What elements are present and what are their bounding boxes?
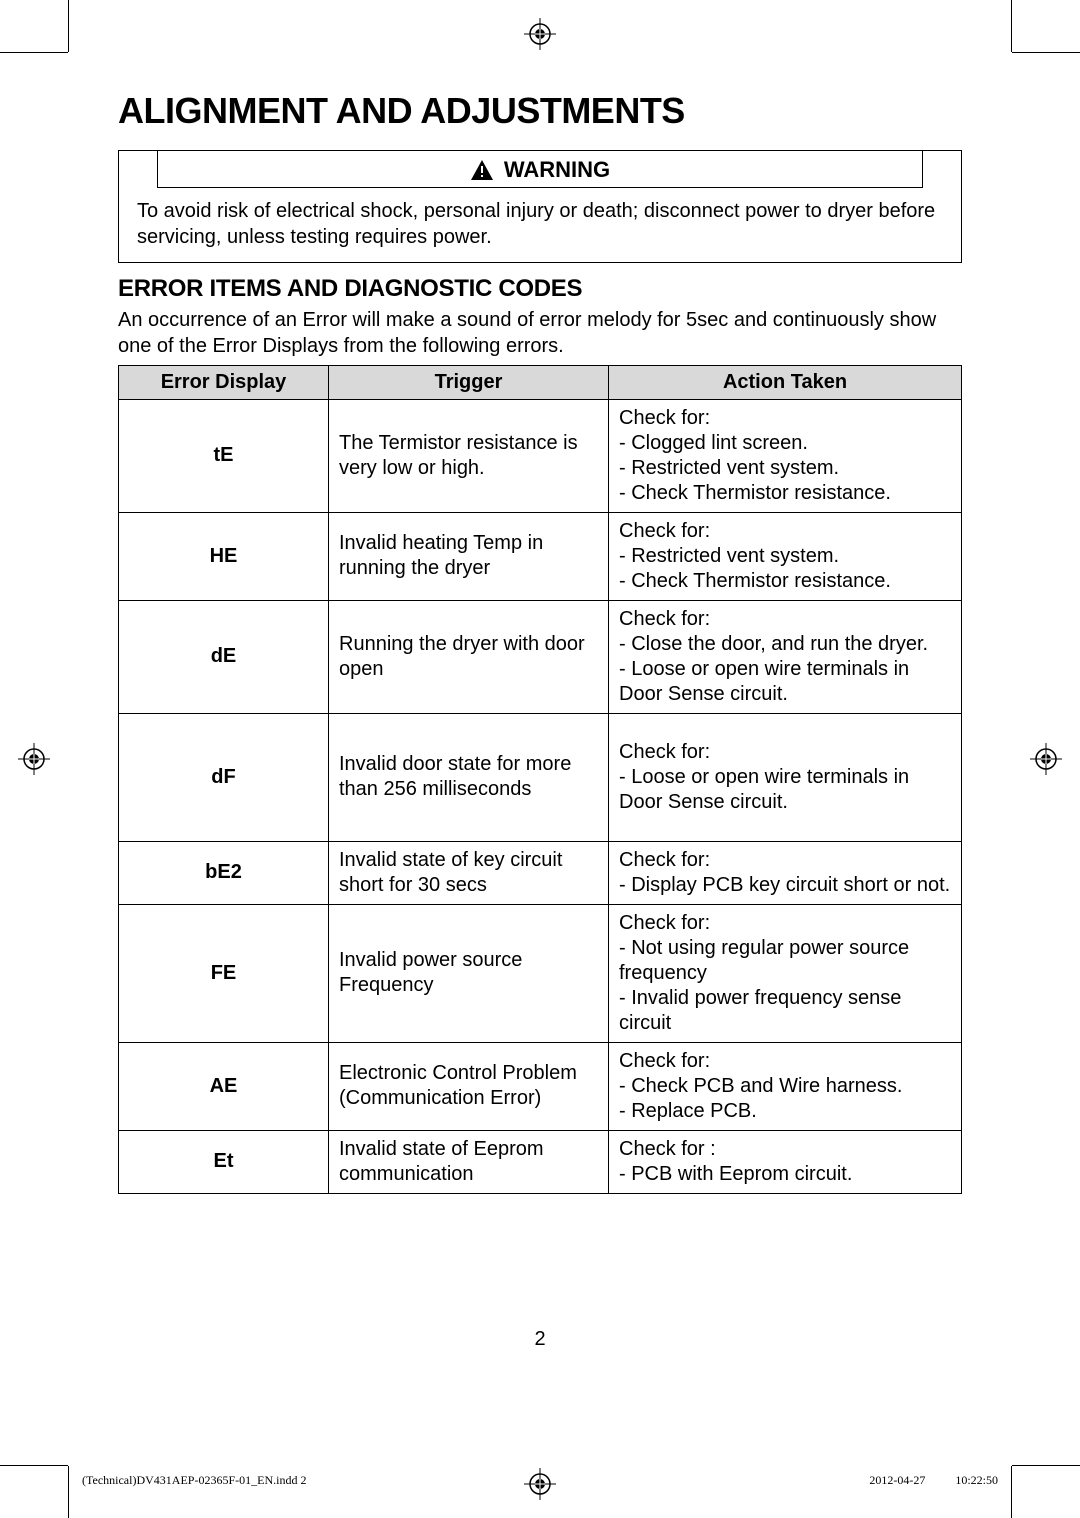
main-heading: ALIGNMENT AND ADJUSTMENTS [118,90,962,132]
table-row: HE Invalid heating Temp in running the d… [119,512,962,600]
footer-timestamp: 2012-04-27 10:22:50 [869,1471,998,1488]
page-content: ALIGNMENT AND ADJUSTMENTS WARNING To avo… [118,90,962,1194]
error-trigger: Invalid state of Eeprom communication [329,1130,609,1193]
error-trigger: Invalid power source Frequency [329,904,609,1042]
crop-mark [0,52,68,53]
table-header-error-display: Error Display [119,365,329,399]
table-row: AE Electronic Control Problem (Communica… [119,1042,962,1130]
table-header-trigger: Trigger [329,365,609,399]
registration-mark-icon [524,1468,556,1500]
error-trigger: The Termistor resistance is very low or … [329,399,609,512]
warning-label: WARNING [504,157,610,183]
crop-mark [0,1465,68,1466]
registration-mark-icon [18,743,50,775]
error-action: Check for:- Check PCB and Wire harness.-… [609,1042,962,1130]
error-trigger: Invalid door state for more than 256 mil… [329,713,609,841]
table-row: Et Invalid state of Eeprom communication… [119,1130,962,1193]
error-code: bE2 [119,841,329,904]
crop-mark [68,1466,69,1518]
crop-mark [68,0,69,52]
error-trigger: Invalid heating Temp in running the drye… [329,512,609,600]
error-code: Et [119,1130,329,1193]
footer-filename: (Technical)DV431AEP-02365F-01_EN.indd 2 [82,1473,306,1488]
warning-header: WARNING [157,150,923,188]
error-code: dE [119,600,329,713]
error-code: FE [119,904,329,1042]
table-row: dE Running the dryer with door open Chec… [119,600,962,713]
table-header-action: Action Taken [609,365,962,399]
crop-mark [1012,52,1080,53]
error-code: dF [119,713,329,841]
crop-mark [1011,0,1012,52]
warning-triangle-icon [470,159,494,181]
table-row: tE The Termistor resistance is very low … [119,399,962,512]
error-action: Check for:- Display PCB key circuit shor… [609,841,962,904]
error-action: Check for:- Not using regular power sour… [609,904,962,1042]
warning-box: WARNING To avoid risk of electrical shoc… [118,150,962,263]
table-row: FE Invalid power source Frequency Check … [119,904,962,1042]
crop-mark [1012,1465,1080,1466]
registration-mark-icon [524,18,556,50]
error-action: Check for:- Restricted vent system.- Che… [609,512,962,600]
error-action: Check for:- Clogged lint screen.- Restri… [609,399,962,512]
error-action: Check for:- Close the door, and run the … [609,600,962,713]
page-number: 2 [118,1328,962,1351]
table-row: bE2 Invalid state of key circuit short f… [119,841,962,904]
warning-text: To avoid risk of electrical shock, perso… [119,188,961,262]
error-table: Error Display Trigger Action Taken tE Th… [118,365,962,1194]
crop-mark [1011,1466,1012,1518]
error-trigger: Invalid state of key circuit short for 3… [329,841,609,904]
error-action: Check for :- PCB with Eeprom circuit. [609,1130,962,1193]
error-code: HE [119,512,329,600]
error-trigger: Electronic Control Problem (Communicatio… [329,1042,609,1130]
error-trigger: Running the dryer with door open [329,600,609,713]
error-code: tE [119,399,329,512]
intro-text: An occurrence of an Error will make a so… [118,307,962,359]
error-action: Check for:- Loose or open wire terminals… [609,713,962,841]
registration-mark-icon [1030,743,1062,775]
error-code: AE [119,1042,329,1130]
table-row: dF Invalid door state for more than 256 … [119,713,962,841]
section-heading: ERROR ITEMS AND DIAGNOSTIC CODES [118,275,962,303]
